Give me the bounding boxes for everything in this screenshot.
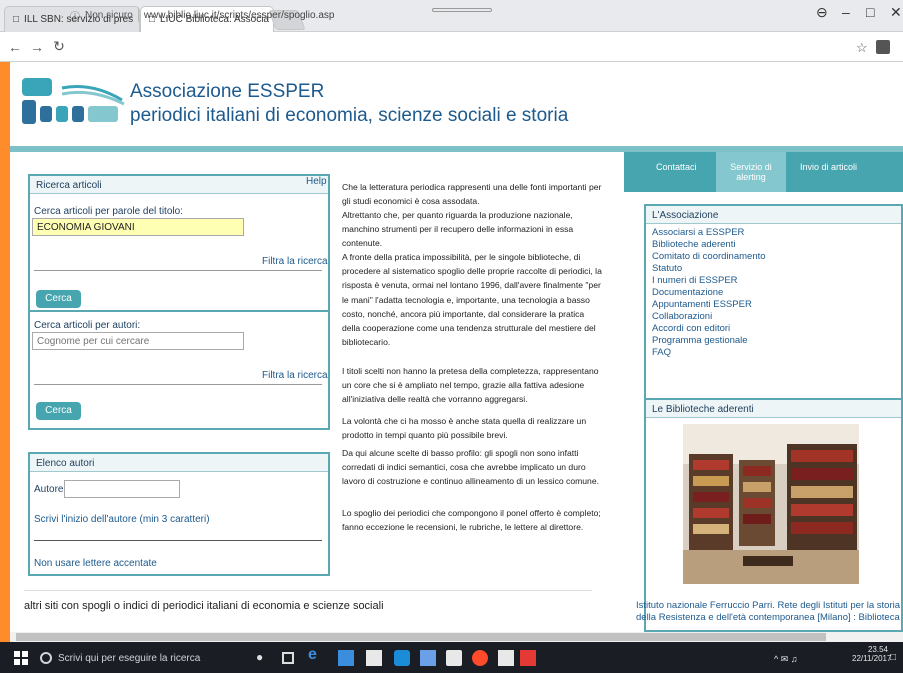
- forward-arrow-icon[interactable]: →: [26, 39, 48, 55]
- cortana-icon: [40, 652, 52, 664]
- reload-icon[interactable]: ↻: [48, 38, 70, 55]
- intro-paragraph: I titoli scelti non hanno la pretesa del…: [342, 366, 599, 405]
- intro-paragraph: Che la letteratura periodica rappresenti…: [342, 182, 602, 207]
- author-search-label: Cerca articoli per autori:: [34, 320, 141, 331]
- close-window-button[interactable]: ✕: [890, 4, 902, 21]
- windows-start-icon[interactable]: [14, 651, 28, 665]
- intro-paragraph: Lo spoglio dei periodici che compongono …: [342, 508, 601, 533]
- divider: [34, 540, 322, 541]
- divider: [34, 384, 322, 385]
- file-explorer-icon[interactable]: [338, 650, 354, 666]
- library-photo[interactable]: [683, 424, 859, 584]
- author-search-input[interactable]: [32, 332, 244, 350]
- tab-submit-articles[interactable]: Invio di articoli: [800, 162, 857, 172]
- association-link[interactable]: Comitato di coordinamento: [652, 251, 895, 263]
- refine-search-link[interactable]: Filtra la ricerca: [262, 370, 328, 381]
- security-label: Non sicuro: [85, 9, 133, 21]
- panel-header: Elenco autori: [30, 454, 328, 472]
- maximize-button[interactable]: □: [866, 4, 874, 20]
- divider: [24, 590, 592, 591]
- association-link[interactable]: Biblioteche aderenti: [652, 239, 895, 251]
- association-link[interactable]: Documentazione: [652, 287, 895, 299]
- edge-browser-icon[interactable]: e: [308, 646, 324, 663]
- essper-logo: [22, 78, 125, 124]
- intro-paragraph: Altrettanto che, per quanto riguarda la …: [342, 210, 574, 249]
- box-header: L'Associazione: [646, 206, 901, 224]
- extension-icon[interactable]: [876, 40, 890, 54]
- store-icon[interactable]: [366, 650, 382, 666]
- back-arrow-icon[interactable]: ←: [4, 39, 26, 55]
- search-button[interactable]: Cerca: [36, 290, 81, 308]
- info-icon[interactable]: ⓘ: [70, 8, 80, 23]
- taskbar-search-placeholder: Scrivi qui per eseguire la ricerca: [58, 652, 201, 664]
- firefox-icon[interactable]: [472, 650, 488, 666]
- clock[interactable]: 23.54 22/11/2017: [852, 645, 891, 663]
- microphone-icon[interactable]: ●: [256, 650, 272, 666]
- association-box: L'Associazione Associarsi a ESSPER Bibli…: [644, 204, 903, 414]
- title-search-label: Cerca articoli per parole del titolo:: [34, 206, 183, 217]
- notification-icon[interactable]: □: [890, 652, 896, 663]
- panel-header: Ricerca articoli: [30, 176, 328, 194]
- taskbar-app-icon[interactable]: [520, 650, 536, 666]
- url-bar[interactable]: ⓘ Non sicuro www.biblio.liuc.it/scripts/…: [70, 4, 850, 26]
- box-header: Le Biblioteche aderenti: [646, 400, 901, 418]
- other-sites-heading[interactable]: altri siti con spogli o indici di period…: [24, 600, 384, 612]
- divider: [34, 270, 322, 271]
- intro-paragraph: Da qui alcune scelte di basso profilo: g…: [342, 448, 600, 487]
- address-toolbar: ← → ↻: [0, 32, 903, 62]
- association-link[interactable]: Programma gestionale: [652, 335, 895, 347]
- intro-paragraph: La volontà che ci ha mosso è anche stata…: [342, 416, 587, 441]
- page-icon: □: [13, 14, 20, 25]
- task-view-icon[interactable]: [282, 652, 294, 664]
- mail-icon[interactable]: [446, 650, 462, 666]
- site-subtitle: periodici italiani di economia, scienze …: [130, 105, 569, 126]
- author-input[interactable]: [64, 480, 180, 498]
- scrollbar-thumb[interactable]: [16, 633, 826, 641]
- refine-search-link[interactable]: Filtra la ricerca: [262, 256, 328, 267]
- association-link[interactable]: Accordi con editori: [652, 323, 895, 335]
- title-search-input[interactable]: [32, 218, 244, 236]
- intro-paragraph: A fronte della pratica impossibilità, pe…: [342, 252, 602, 348]
- system-tray-icons[interactable]: ^ ✉ ♫: [774, 654, 798, 665]
- association-link[interactable]: Collaborazioni: [652, 311, 895, 323]
- search-button[interactable]: Cerca: [36, 402, 81, 420]
- library-caption[interactable]: Istituto nazionale Ferruccio Parri. Rete…: [636, 600, 900, 624]
- accent-note: Non usare lettere accentate: [34, 558, 157, 569]
- calculator-icon[interactable]: [420, 650, 436, 666]
- left-accent-strip: [0, 62, 10, 642]
- author-hint: Scrivi l'inizio dell'autore (min 3 carat…: [34, 514, 210, 525]
- site-title: Associazione ESSPER: [130, 81, 325, 102]
- taskbar-search[interactable]: Scrivi qui per eseguire la ricerca: [40, 648, 237, 668]
- app-icon[interactable]: [498, 650, 514, 666]
- association-link[interactable]: Statuto: [652, 263, 895, 275]
- association-list: Associarsi a ESSPER Biblioteche aderenti…: [646, 224, 901, 362]
- tab-contact[interactable]: Contattaci: [656, 162, 697, 172]
- skype-icon[interactable]: [394, 650, 410, 666]
- association-link[interactable]: FAQ: [652, 347, 895, 359]
- tab-alerting[interactable]: Servizio di alerting: [716, 152, 786, 192]
- author-label: Autore:: [34, 484, 67, 495]
- association-link[interactable]: Appuntamenti ESSPER: [652, 299, 895, 311]
- divider: [137, 8, 139, 22]
- star-icon[interactable]: ☆: [856, 40, 868, 56]
- association-link[interactable]: Associarsi a ESSPER: [652, 227, 895, 239]
- association-link[interactable]: I numeri di ESSPER: [652, 275, 895, 287]
- url-text[interactable]: www.biblio.liuc.it/scripts/essper/spogli…: [144, 10, 335, 21]
